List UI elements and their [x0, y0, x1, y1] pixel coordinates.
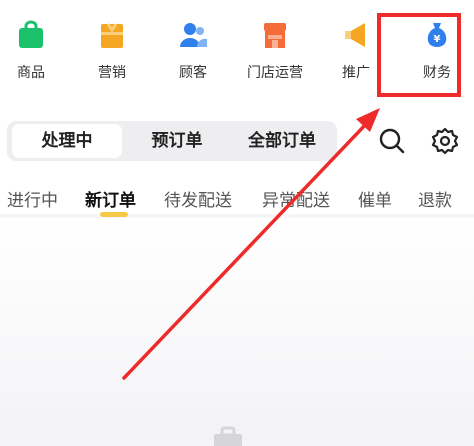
annotation-arrow-icon	[122, 108, 380, 380]
